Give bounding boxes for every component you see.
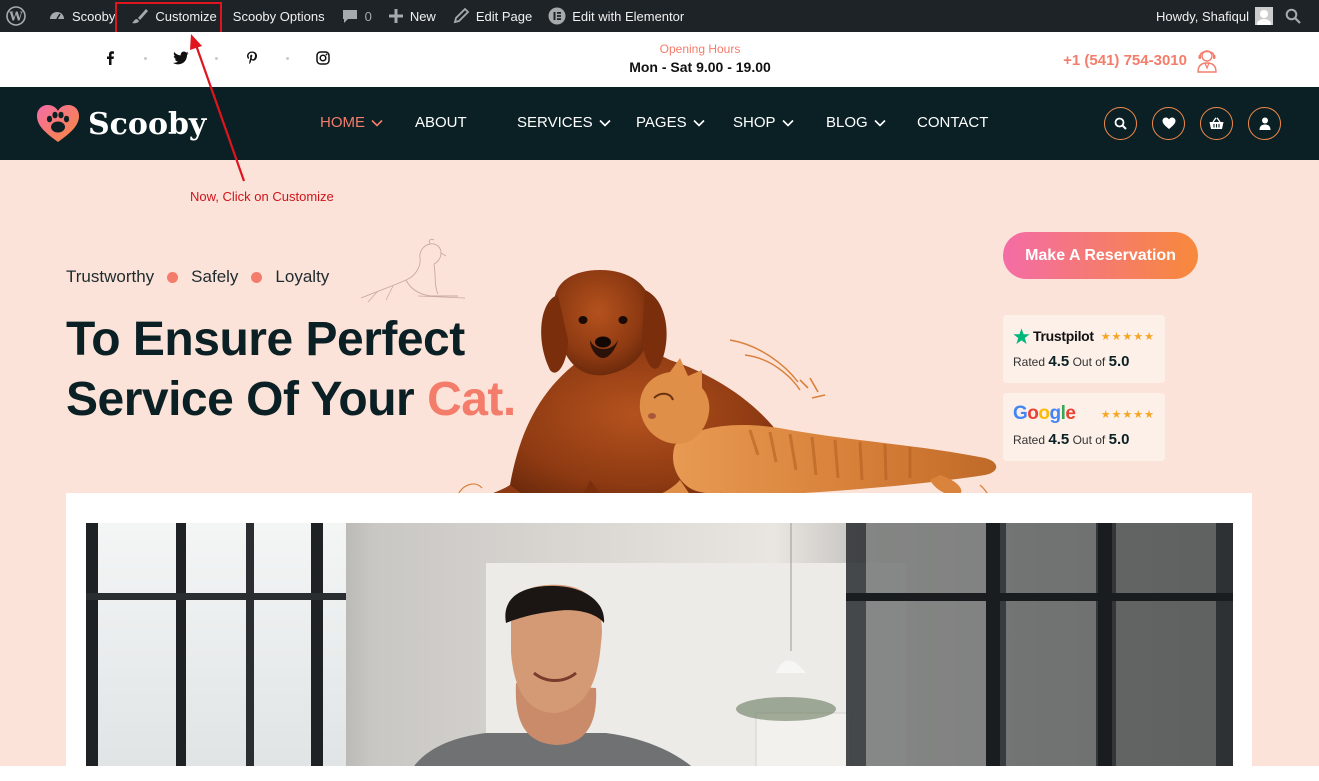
nav-home-label: HOME	[320, 114, 365, 131]
elementor-icon	[548, 7, 566, 25]
out-of-label: Out of	[1072, 355, 1106, 369]
new-button[interactable]: New	[380, 0, 444, 32]
basket-icon	[1209, 117, 1224, 129]
facebook-icon[interactable]	[98, 46, 122, 70]
social-links	[98, 46, 335, 70]
instagram-icon[interactable]	[311, 46, 335, 70]
wordpress-logo-button[interactable]: W	[0, 0, 40, 32]
trustpilot-brand: Trustpilot	[1033, 328, 1094, 344]
chevron-down-icon	[693, 119, 705, 127]
trustpilot-stars: ★★★★★	[1100, 330, 1155, 343]
phone-number: +1 (541) 754-3010	[1063, 51, 1187, 69]
nav-contact[interactable]: CONTACT	[917, 114, 988, 131]
edit-page-button[interactable]: Edit Page	[444, 0, 540, 32]
rating-max: 5.0	[1108, 353, 1130, 370]
search-icon	[1114, 117, 1127, 130]
search-button[interactable]	[1104, 107, 1137, 140]
admin-search-button[interactable]	[1279, 0, 1311, 32]
annotation-text: Now, Click on Customize	[190, 189, 334, 204]
nav-home[interactable]: HOME	[320, 114, 383, 131]
rating-score: 4.5	[1048, 431, 1070, 448]
nav-pages[interactable]: PAGES	[636, 114, 705, 131]
elementor-label: Edit with Elementor	[572, 8, 685, 24]
tag-loyalty: Loyalty	[275, 267, 330, 286]
wishlist-button[interactable]	[1152, 107, 1185, 140]
tag-dot	[167, 271, 179, 283]
tag-trustworthy: Trustworthy	[66, 267, 155, 286]
nav-shop[interactable]: SHOP	[733, 114, 794, 131]
comments-count: 0	[364, 8, 372, 24]
tag-safely: Safely	[191, 267, 239, 286]
chevron-down-icon	[599, 119, 611, 127]
google-logo: Google	[1013, 403, 1076, 424]
trustpilot-rating-text: Rated 4.5 Out of 5.0	[1013, 353, 1155, 370]
trustpilot-star-icon	[1013, 328, 1030, 344]
nav-shop-label: SHOP	[733, 114, 776, 131]
nav-blog[interactable]: BLOG	[826, 114, 886, 131]
main-navbar: Scooby HOME ABOUT SERVICES PAGES SHOP BL…	[0, 87, 1319, 160]
rated-label: Rated	[1013, 433, 1046, 447]
plus-icon	[388, 9, 403, 23]
new-label: New	[409, 8, 436, 24]
howdy-label: Howdy, Shafiqul	[1156, 8, 1249, 24]
phone-link[interactable]: +1 (541) 754-3010	[1063, 47, 1219, 73]
comment-icon	[342, 10, 357, 23]
separator-dot	[215, 56, 218, 60]
highlight-box	[115, 2, 222, 34]
site-name-button[interactable]: Scooby	[40, 0, 123, 32]
edit-with-elementor-button[interactable]: Edit with Elementor	[540, 0, 692, 32]
out-of-label: Out of	[1072, 433, 1106, 447]
hero-photo	[86, 523, 1233, 781]
nav-contact-label: CONTACT	[917, 114, 989, 131]
scooby-options-label: Scooby Options	[232, 8, 325, 24]
nav-blog-label: BLOG	[826, 114, 868, 131]
chevron-down-icon	[371, 119, 383, 127]
comments-button[interactable]: 0	[333, 0, 380, 32]
nav-pages-label: PAGES	[636, 114, 687, 131]
google-stars: ★★★★★	[1100, 408, 1155, 421]
cart-button[interactable]	[1200, 107, 1233, 140]
pencil-icon	[453, 7, 470, 24]
search-icon	[1285, 8, 1301, 24]
headline-line-2-text: Service Of Your	[66, 373, 415, 426]
rating-max: 5.0	[1108, 431, 1130, 448]
trustpilot-rating-card: Trustpilot ★★★★★ Rated 4.5 Out of 5.0	[1003, 315, 1165, 383]
chevron-down-icon	[781, 119, 794, 127]
twitter-icon[interactable]	[169, 46, 193, 70]
rated-label: Rated	[1013, 355, 1046, 369]
page-bottom-strip	[0, 766, 1319, 781]
heart-icon	[1162, 117, 1175, 129]
tag-dot	[251, 271, 263, 283]
nav-services-label: SERVICES	[517, 114, 593, 131]
wordpress-icon: W	[6, 6, 26, 26]
opening-hours-value: Mon - Sat 9.00 - 19.00	[629, 59, 771, 75]
pinterest-icon[interactable]	[240, 46, 264, 70]
google-rating-text: Rated 4.5 Out of 5.0	[1013, 431, 1155, 448]
hero-tags: Trustworthy Safely Loyalty	[66, 267, 329, 287]
rating-score: 4.5	[1048, 353, 1070, 370]
opening-hours: Opening Hours Mon - Sat 9.00 - 19.00	[560, 42, 840, 75]
dog-and-cat-image	[457, 270, 997, 524]
chevron-down-icon	[874, 119, 886, 127]
my-account-button[interactable]: Howdy, Shafiqul	[1150, 0, 1279, 32]
nav-services[interactable]: SERVICES	[517, 114, 611, 131]
support-agent-icon	[1197, 50, 1217, 73]
man-with-pet-photo	[86, 523, 1233, 781]
google-rating-card: Google ★★★★★ Rated 4.5 Out of 5.0	[1003, 393, 1165, 461]
separator-dot	[144, 56, 147, 60]
account-button[interactable]	[1248, 107, 1281, 140]
top-info-bar: Opening Hours Mon - Sat 9.00 - 19.00 +1 …	[0, 32, 1319, 87]
separator-dot	[286, 56, 289, 60]
user-icon	[1259, 117, 1270, 130]
edit-page-label: Edit Page	[475, 8, 533, 24]
svg-text:W: W	[8, 10, 23, 24]
make-reservation-button[interactable]: Make A Reservation	[1003, 232, 1198, 279]
nav-about-label: ABOUT	[415, 114, 467, 131]
opening-hours-label: Opening Hours	[659, 42, 741, 56]
avatar	[1255, 7, 1273, 25]
site-name-label: Scooby	[72, 8, 116, 24]
scooby-options-button[interactable]: Scooby Options	[225, 0, 333, 32]
dashboard-icon	[50, 12, 64, 20]
nav-about[interactable]: ABOUT	[415, 114, 467, 131]
